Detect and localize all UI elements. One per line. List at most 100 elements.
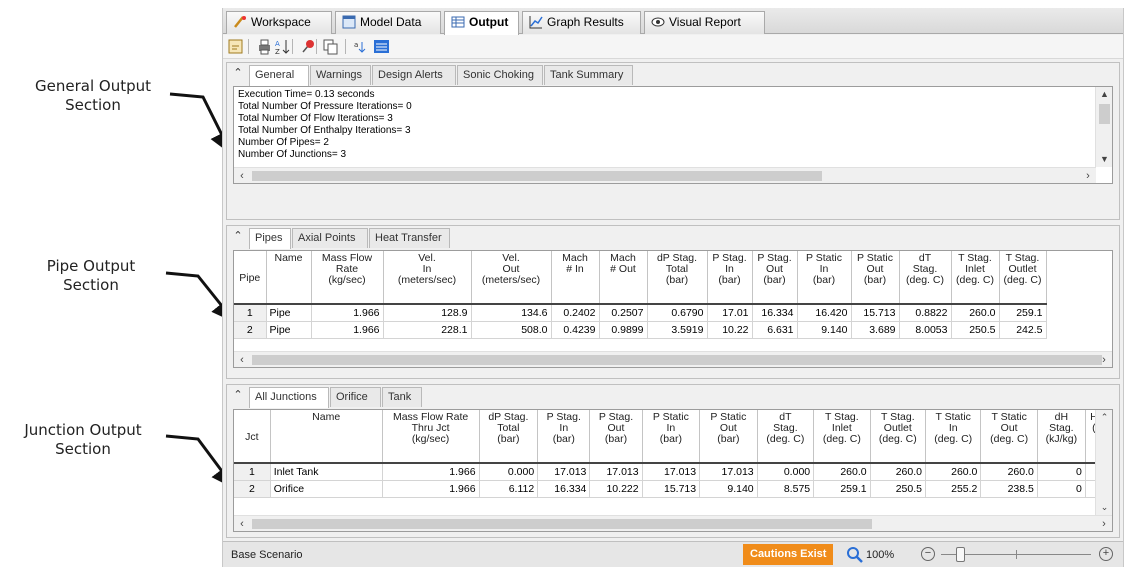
subtab-sonic-choking[interactable]: Sonic Choking [457, 65, 543, 85]
table-row[interactable]: 2 Orifice 1.966 6.112 16.334 10.222 15.713 9.14… [234, 480, 1104, 498]
scroll-thumb[interactable] [1099, 104, 1110, 124]
tab-model-data[interactable]: Model Data [335, 11, 441, 34]
scroll-thumb[interactable] [252, 355, 1102, 365]
column-header[interactable]: P Static In (bar) [797, 251, 852, 305]
column-header[interactable]: T Stag. Inlet (deg. C) [813, 410, 871, 464]
column-header[interactable]: Name [266, 251, 312, 305]
column-header[interactable]: P Stag. Out (bar) [752, 251, 798, 305]
column-header[interactable]: Name [270, 410, 383, 464]
column-header[interactable]: T Stag. Outlet (deg. C) [999, 251, 1047, 305]
column-header[interactable]: T Stag. Outlet (deg. C) [870, 410, 927, 464]
subtab-warnings[interactable]: Warnings [310, 65, 371, 85]
column-header[interactable]: P Static Out (bar) [851, 251, 900, 305]
svg-text:A: A [275, 40, 280, 48]
scroll-left-icon[interactable]: ‹ [234, 168, 250, 183]
collapse-icon[interactable]: ⌃ [231, 229, 245, 243]
output-toolbar: AZ a [223, 35, 1123, 59]
sort-icon[interactable]: AZ [274, 38, 291, 55]
column-header[interactable]: dP Stag. Total (bar) [479, 410, 539, 464]
general-output-line: Total Number Of Enthalpy Iterations= 3 [238, 125, 411, 136]
tab-visual-report[interactable]: Visual Report [644, 11, 765, 34]
database-icon[interactable]: a [353, 38, 370, 55]
table-cell: 8.0053 [899, 321, 952, 339]
table-row[interactable]: 1 Inlet Tank 1.966 0.000 17.013 17.013 17.013 1… [234, 463, 1104, 481]
column-header[interactable]: dT Stag. (deg. C) [757, 410, 815, 464]
subtab-heat-transfer[interactable]: Heat Transfer [369, 228, 450, 248]
subtab-all-junctions[interactable]: All Junctions [249, 387, 329, 408]
output-control-icon[interactable] [373, 38, 390, 55]
scroll-right-icon[interactable]: › [1080, 168, 1096, 183]
table-cell: 0.2507 [599, 304, 648, 322]
table-row[interactable]: 2 Pipe 1.966 228.1 508.0 0.4239 0.9899 3.5919 10… [234, 321, 1047, 339]
general-output-text[interactable]: Execution Time= 0.13 seconds Total Number… [233, 86, 1113, 184]
tab-label: Workspace [251, 15, 311, 29]
horizontal-scrollbar[interactable]: ‹ › [234, 351, 1112, 367]
pipe-results-table[interactable]: Pipe Name Mass Flow Rate (kg/sec) Vel. In (mete… [233, 250, 1113, 368]
subtab-orifice[interactable]: Orifice [330, 387, 381, 407]
horizontal-scrollbar[interactable]: ‹ › [234, 167, 1096, 183]
pin-icon[interactable] [299, 38, 316, 55]
vertical-scrollbar[interactable]: ▲ ▼ [1095, 87, 1112, 167]
tab-output[interactable]: Output [444, 11, 519, 35]
scroll-down-icon[interactable]: ⌄ [1096, 500, 1112, 515]
column-header-line: (bar) [552, 433, 575, 445]
cautions-badge[interactable]: Cautions Exist [743, 544, 834, 565]
subtab-tank-summary[interactable]: Tank Summary [544, 65, 633, 85]
table-cell: 3.5919 [647, 321, 708, 339]
print-icon[interactable] [256, 38, 273, 55]
tab-workspace[interactable]: Workspace [226, 11, 332, 34]
column-header[interactable]: dT Stag. (deg. C) [899, 251, 952, 305]
subtab-axial-points[interactable]: Axial Points [292, 228, 368, 248]
column-header[interactable]: dP Stag. Total (bar) [647, 251, 708, 305]
scroll-left-icon[interactable]: ‹ [234, 352, 250, 367]
horizontal-scrollbar[interactable]: ‹ › [234, 515, 1112, 531]
column-header[interactable]: Mass Flow Rate Thru Jct (kg/sec) [382, 410, 480, 464]
collapse-icon[interactable]: ⌃ [231, 388, 245, 402]
collapse-icon[interactable]: ⌃ [231, 66, 245, 80]
column-header[interactable]: T Stag. Inlet (deg. C) [951, 251, 1000, 305]
scroll-right-icon[interactable]: › [1096, 516, 1112, 531]
column-header[interactable]: dH Stag. (kJ/kg) [1037, 410, 1086, 464]
scroll-down-icon[interactable]: ▼ [1096, 152, 1112, 167]
table-cell: 0.9899 [599, 321, 648, 339]
tab-label: Output [469, 15, 509, 29]
zoom-in-button[interactable]: + [1099, 547, 1113, 561]
table-row[interactable]: 1 Pipe 1.966 128.9 134.6 0.2402 0.2507 0.6790 17… [234, 304, 1047, 322]
column-header[interactable]: P Stag. In (bar) [707, 251, 753, 305]
scroll-left-icon[interactable]: ‹ [234, 516, 250, 531]
column-header[interactable]: Mass Flow Rate (kg/sec) [311, 251, 384, 305]
subtab-design-alerts[interactable]: Design Alerts [372, 65, 456, 85]
subtab-general[interactable]: General [249, 65, 309, 86]
table-cell: 0.2402 [551, 304, 600, 322]
column-header[interactable]: T Static Out (deg. C) [980, 410, 1038, 464]
table-cell: 508.0 [471, 321, 552, 339]
column-header[interactable]: P Static Out (bar) [699, 410, 758, 464]
column-header[interactable]: P Static In (bar) [642, 410, 701, 464]
column-header[interactable]: Vel. Out (meters/sec) [471, 251, 552, 305]
scroll-up-icon[interactable]: ⌃ [1096, 410, 1112, 425]
scroll-thumb[interactable] [252, 519, 872, 529]
scroll-thumb[interactable] [252, 171, 822, 181]
column-header[interactable]: Mach # In [551, 251, 600, 305]
customize-icon[interactable] [227, 38, 244, 55]
zoom-icon[interactable] [846, 546, 864, 564]
zoom-slider-thumb[interactable] [956, 547, 965, 562]
table-cell: 134.6 [471, 304, 552, 322]
column-header[interactable]: Vel. In (meters/sec) [383, 251, 472, 305]
junction-results-table[interactable]: Jct Name Mass Flow Rate Thru Jct (kg/sec) dP … [233, 409, 1113, 532]
column-header[interactable]: P Stag. In (bar) [537, 410, 591, 464]
scroll-up-icon[interactable]: ▲ [1096, 87, 1112, 102]
column-header[interactable]: Pipe [234, 251, 267, 305]
column-header[interactable]: Mach # Out [599, 251, 648, 305]
table-cell: 0.4239 [551, 321, 600, 339]
tab-graph-results[interactable]: Graph Results [522, 11, 641, 34]
column-header[interactable]: P Stag. Out (bar) [589, 410, 643, 464]
copy-icon[interactable] [322, 38, 339, 55]
zoom-out-button[interactable]: − [921, 547, 935, 561]
vertical-scrollbar[interactable]: ⌃ ⌄ [1095, 410, 1112, 515]
column-header[interactable]: Jct [234, 410, 271, 464]
scroll-right-icon[interactable]: › [1096, 352, 1112, 367]
subtab-tank[interactable]: Tank [382, 387, 422, 407]
subtab-pipes[interactable]: Pipes [249, 228, 291, 249]
column-header[interactable]: T Static In (deg. C) [925, 410, 982, 464]
